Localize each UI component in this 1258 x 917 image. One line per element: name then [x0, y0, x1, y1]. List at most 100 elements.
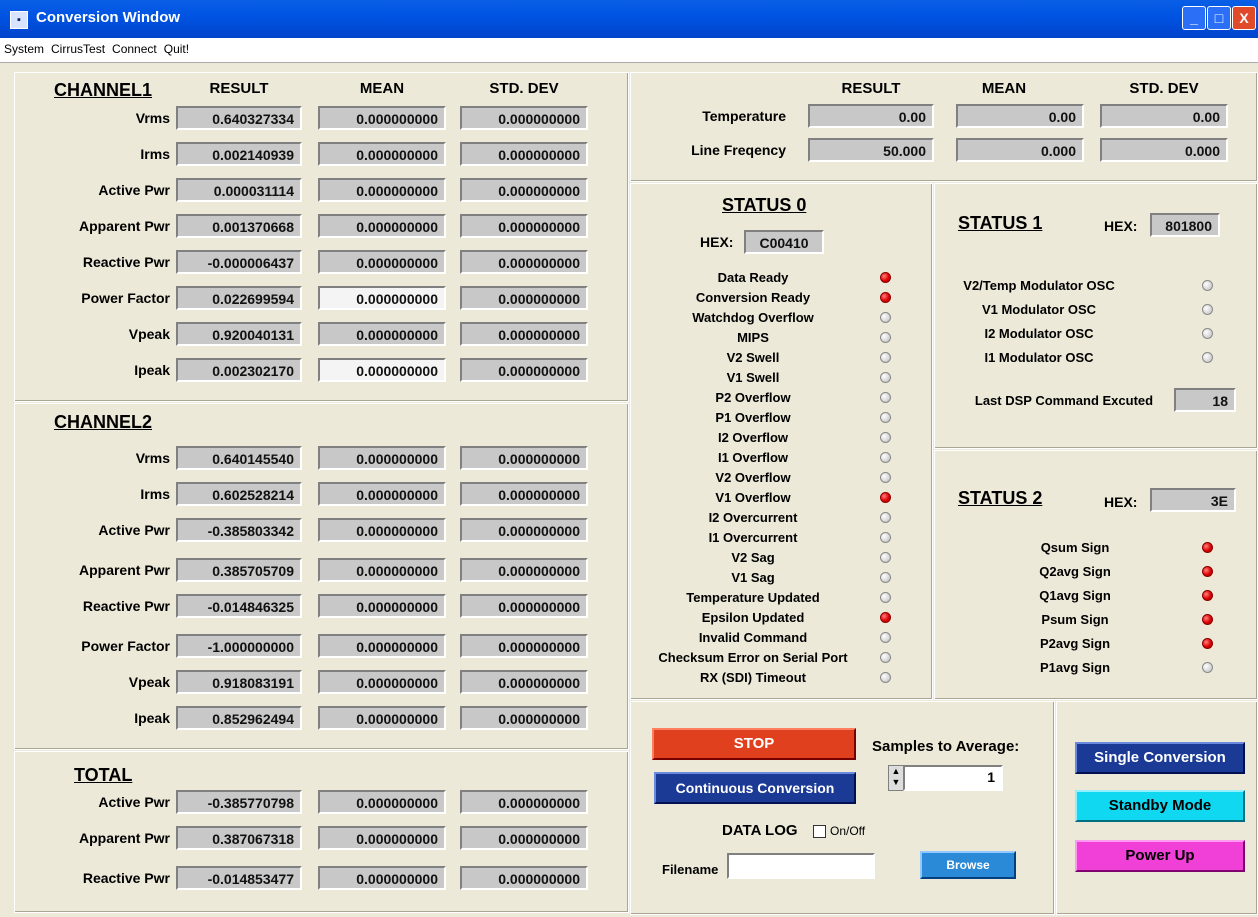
continuous-conversion-button[interactable]: Continuous Conversion [654, 772, 856, 804]
maximize-button[interactable]: □ [1207, 6, 1231, 30]
channel1-label-6: Vpeak [128, 326, 170, 342]
channel2-mean-6: 0.000000000 [318, 670, 446, 694]
status0-led-10 [880, 472, 891, 483]
menu-cirrustest[interactable]: CirrusTest [47, 38, 108, 56]
channel2-mean-0: 0.000000000 [318, 446, 446, 470]
channel2-label-0: Vrms [135, 450, 170, 466]
samples-to-average-label: Samples to Average: [872, 738, 1020, 755]
status0-led-14 [880, 552, 891, 563]
status2-item-3: Psum Sign [1041, 612, 1109, 627]
status1-led-2 [1202, 328, 1213, 339]
channel1-result-0: 0.640327334 [176, 106, 302, 130]
status0-item-9: I1 Overflow [717, 450, 789, 465]
status0-item-5: V1 Swell [726, 370, 780, 385]
channel1-result-2: 0.000031114 [176, 178, 302, 202]
channel2-label-1: Irms [140, 486, 170, 502]
total-result-2: -0.014853477 [176, 866, 302, 890]
channel2-std-3: 0.000000000 [460, 558, 588, 582]
channel2-label-4: Reactive Pwr [82, 598, 170, 614]
status2-title: STATUS 2 [958, 488, 1043, 508]
total-mean-1: 0.000000000 [318, 826, 446, 850]
channel1-mean-1: 0.000000000 [318, 142, 446, 166]
channel2-mean-1: 0.000000000 [318, 482, 446, 506]
misc-label-1: Line Freqency [691, 142, 786, 158]
power-up-button[interactable]: Power Up [1075, 840, 1245, 872]
channel2-std-6: 0.000000000 [460, 670, 588, 694]
stop-button[interactable]: STOP [652, 728, 856, 760]
channel2-result-3: 0.385705709 [176, 558, 302, 582]
channel2-label-5: Power Factor [81, 638, 170, 654]
total-mean-2: 0.000000000 [318, 866, 446, 890]
status0-led-16 [880, 592, 891, 603]
samples-to-average-input[interactable]: 1 [903, 765, 1003, 791]
status0-led-15 [880, 572, 891, 583]
close-button[interactable]: X [1232, 6, 1256, 30]
total-mean-0: 0.000000000 [318, 790, 446, 814]
result-header: RESULT [209, 80, 269, 97]
status0-led-6 [880, 392, 891, 403]
misc-result-0: 0.00 [808, 104, 934, 128]
channel1-result-3: 0.001370668 [176, 214, 302, 238]
channel2-result-1: 0.602528214 [176, 482, 302, 506]
status0-led-17 [880, 612, 891, 623]
on-off-label: On/Off [830, 824, 866, 838]
channel2-label-2: Active Pwr [98, 522, 170, 538]
filename-input[interactable] [727, 853, 875, 879]
total-std-2: 0.000000000 [460, 866, 588, 890]
misc-std-1: 0.000 [1100, 138, 1228, 162]
status0-item-2: Watchdog Overflow [692, 310, 814, 325]
status1-led-3 [1202, 352, 1213, 363]
browse-button[interactable]: Browse [920, 851, 1016, 879]
channel1-mean-4: 0.000000000 [318, 250, 446, 274]
status0-item-13: I1 Overcurrent [708, 530, 798, 545]
samples-spinner-arrows[interactable]: ▲ ▼ [888, 765, 904, 791]
channel2-mean-3: 0.000000000 [318, 558, 446, 582]
total-title: TOTAL [74, 765, 133, 785]
channel1-std-5: 0.000000000 [460, 286, 588, 310]
misc-std-0: 0.00 [1100, 104, 1228, 128]
status0-item-3: MIPS [737, 330, 769, 345]
channel1-mean-7: 0.000000000 [318, 358, 446, 382]
status0-item-10: V2 Overflow [715, 470, 791, 485]
status0-led-20 [880, 672, 891, 683]
status0-led-9 [880, 452, 891, 463]
status2-led-3 [1202, 614, 1213, 625]
channel2-std-4: 0.000000000 [460, 594, 588, 618]
menu-bar: System CirrusTest Connect Quit! [0, 38, 1258, 63]
status2-item-2: Q1avg Sign [1039, 588, 1111, 603]
channel1-title: CHANNEL1 [54, 80, 153, 100]
status0-item-6: P2 Overflow [715, 390, 791, 405]
channel2-mean-2: 0.000000000 [318, 518, 446, 542]
total-label-2: Reactive Pwr [82, 870, 170, 886]
status0-hex-value: C00410 [744, 230, 824, 254]
status0-led-18 [880, 632, 891, 643]
standby-mode-button[interactable]: Standby Mode [1075, 790, 1245, 822]
total-std-1: 0.000000000 [460, 826, 588, 850]
channel1-mean-2: 0.000000000 [318, 178, 446, 202]
channel1-label-3: Apparent Pwr [78, 218, 170, 234]
minimize-button[interactable]: _ [1182, 6, 1206, 30]
status2-hex-label: HEX: [1104, 494, 1138, 510]
misc-label-0: Temperature [702, 108, 786, 124]
std-header: STD. DEV [489, 80, 559, 97]
channel1-result-4: -0.000006437 [176, 250, 302, 274]
single-conversion-button[interactable]: Single Conversion [1075, 742, 1245, 774]
channel1-mean-6: 0.000000000 [318, 322, 446, 346]
data-log-checkbox[interactable] [813, 825, 826, 838]
status0-item-12: I2 Overcurrent [708, 510, 798, 525]
misc-result-1: 50.000 [808, 138, 934, 162]
menu-system[interactable]: System [0, 38, 47, 56]
status2-led-2 [1202, 590, 1213, 601]
last-dsp-command-label: Last DSP Command Excuted [974, 393, 1154, 408]
channel2-label-3: Apparent Pwr [78, 562, 170, 578]
channel1-std-0: 0.000000000 [460, 106, 588, 130]
menu-connect[interactable]: Connect [108, 38, 160, 56]
misc-mean-header: MEAN [981, 80, 1027, 97]
channel2-result-7: 0.852962494 [176, 706, 302, 730]
status1-title: STATUS 1 [958, 213, 1043, 233]
status0-item-17: Epsilon Updated [701, 610, 805, 625]
channel2-title: CHANNEL2 [54, 412, 153, 432]
menu-quit[interactable]: Quit! [160, 38, 192, 56]
channel2-std-0: 0.000000000 [460, 446, 588, 470]
channel1-label-7: Ipeak [134, 362, 170, 378]
